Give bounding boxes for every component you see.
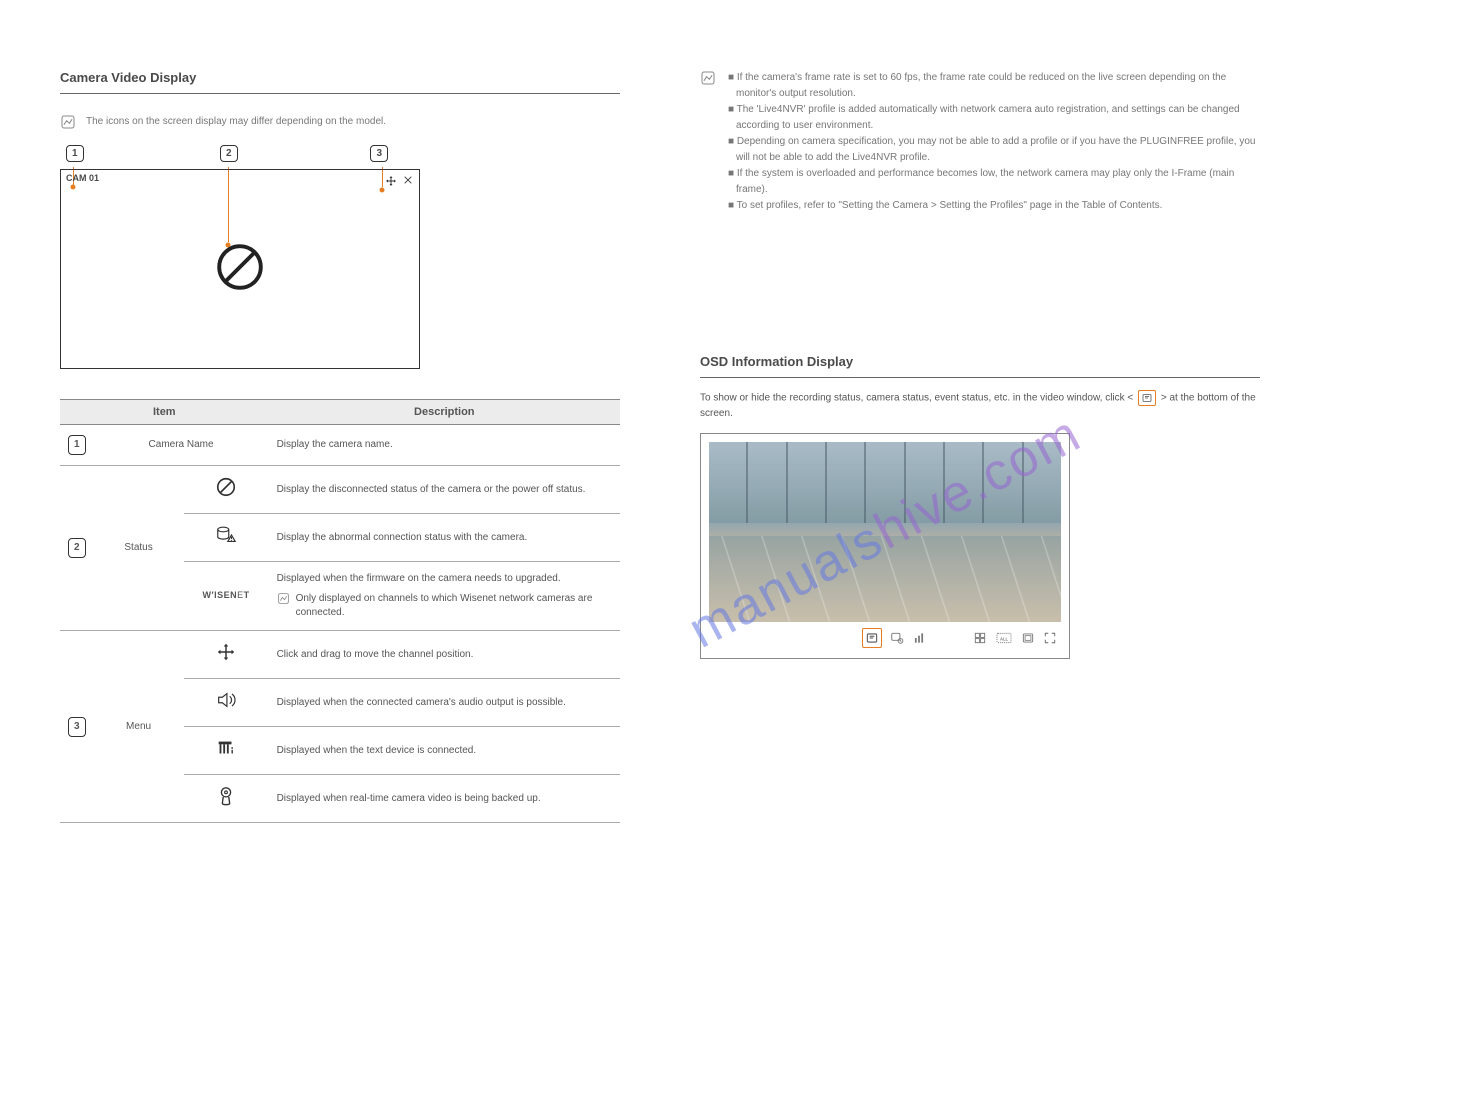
video-toolbar: ALL [709,622,1061,650]
text-device-icon [184,727,269,775]
video-thumbnail [709,442,1061,622]
fullscreen-icon[interactable] [1043,631,1057,645]
note-row: The icons on the screen display may diff… [60,114,620,130]
move-icon [184,631,269,679]
osd-toggle-icon[interactable] [862,628,882,648]
db-alert-icon [184,514,269,562]
list-item: ■ To set profiles, refer to "Setting the… [726,198,1260,214]
backup-icon [184,775,269,823]
cam-label: CAM 01 [66,173,99,183]
list-item: ■ If the system is overloaded and perfor… [726,166,1260,198]
move-icon [385,175,397,190]
row-desc-1: Display the camera name. [269,425,620,466]
fit-icon[interactable] [1021,631,1035,645]
row-num-2: 2 [68,538,86,558]
speaker-icon [184,679,269,727]
osd-title: OSD Information Display [700,354,1260,378]
grid-icon[interactable] [973,631,987,645]
inner-note-text: Only displayed on channels to which Wise… [296,592,612,620]
osd-body: To show or hide the recording status, ca… [700,390,1260,421]
list-item: ■ Depending on camera specification, you… [726,134,1260,166]
callout-1: 1 [66,145,84,162]
callout-3: 3 [370,145,388,162]
note-icon [277,592,290,605]
table-row: 1 Camera Name Display the camera name. [60,425,620,466]
note-icon [60,114,76,130]
th-item: Item [60,400,269,425]
row-desc-3c: Displayed when the text device is connec… [269,727,620,775]
prohibit-small-icon [184,466,269,514]
table-row: 2 Status Display the disconnected status… [60,466,620,514]
svg-text:ALL: ALL [1000,636,1008,641]
channel-info-icon[interactable] [890,631,904,645]
note-text: The icons on the screen display may diff… [86,114,386,129]
row-desc-2c: Displayed when the firmware on the camer… [269,562,620,631]
row-label-3: Menu [94,631,184,823]
right-note-block: ■ If the camera's frame rate is set to 6… [700,70,1260,214]
th-desc: Description [269,400,620,425]
table-row: 3 Menu Click and drag to move the channe… [60,631,620,679]
wisenet-logo: W′ISENET [184,562,269,631]
prohibit-icon [214,241,266,298]
row-desc-3b: Displayed when the connected camera's au… [269,679,620,727]
row-label-1: Camera Name [94,425,269,466]
row-desc-2a: Display the disconnected status of the c… [269,466,620,514]
row-num-3: 3 [68,717,86,737]
note-icon [700,70,716,86]
left-section-title: Camera Video Display [60,70,620,94]
callout-2: 2 [220,145,238,162]
video-preview-box: manualshive.com [700,433,1070,659]
diagram: 1 2 3 CAM 01 [60,145,420,369]
row-desc-3a: Click and drag to move the channel posit… [269,631,620,679]
osd-toggle-icon[interactable] [1138,390,1156,406]
info-table: Item Description 1 Camera Name Display t… [60,399,620,823]
all-ratio-icon[interactable]: ALL [995,631,1013,645]
row-desc-3d: Displayed when real-time camera video is… [269,775,620,823]
list-item: ■ If the camera's frame rate is set to 6… [726,70,1260,102]
row-desc-2b: Display the abnormal connection status w… [269,514,620,562]
status-icon[interactable] [912,631,926,645]
row-label-2: Status [94,466,184,631]
diagram-box: CAM 01 [60,169,420,369]
row-num-1: 1 [68,435,86,455]
list-item: ■ The 'Live4NVR' profile is added automa… [726,102,1260,134]
close-icon [403,175,413,190]
